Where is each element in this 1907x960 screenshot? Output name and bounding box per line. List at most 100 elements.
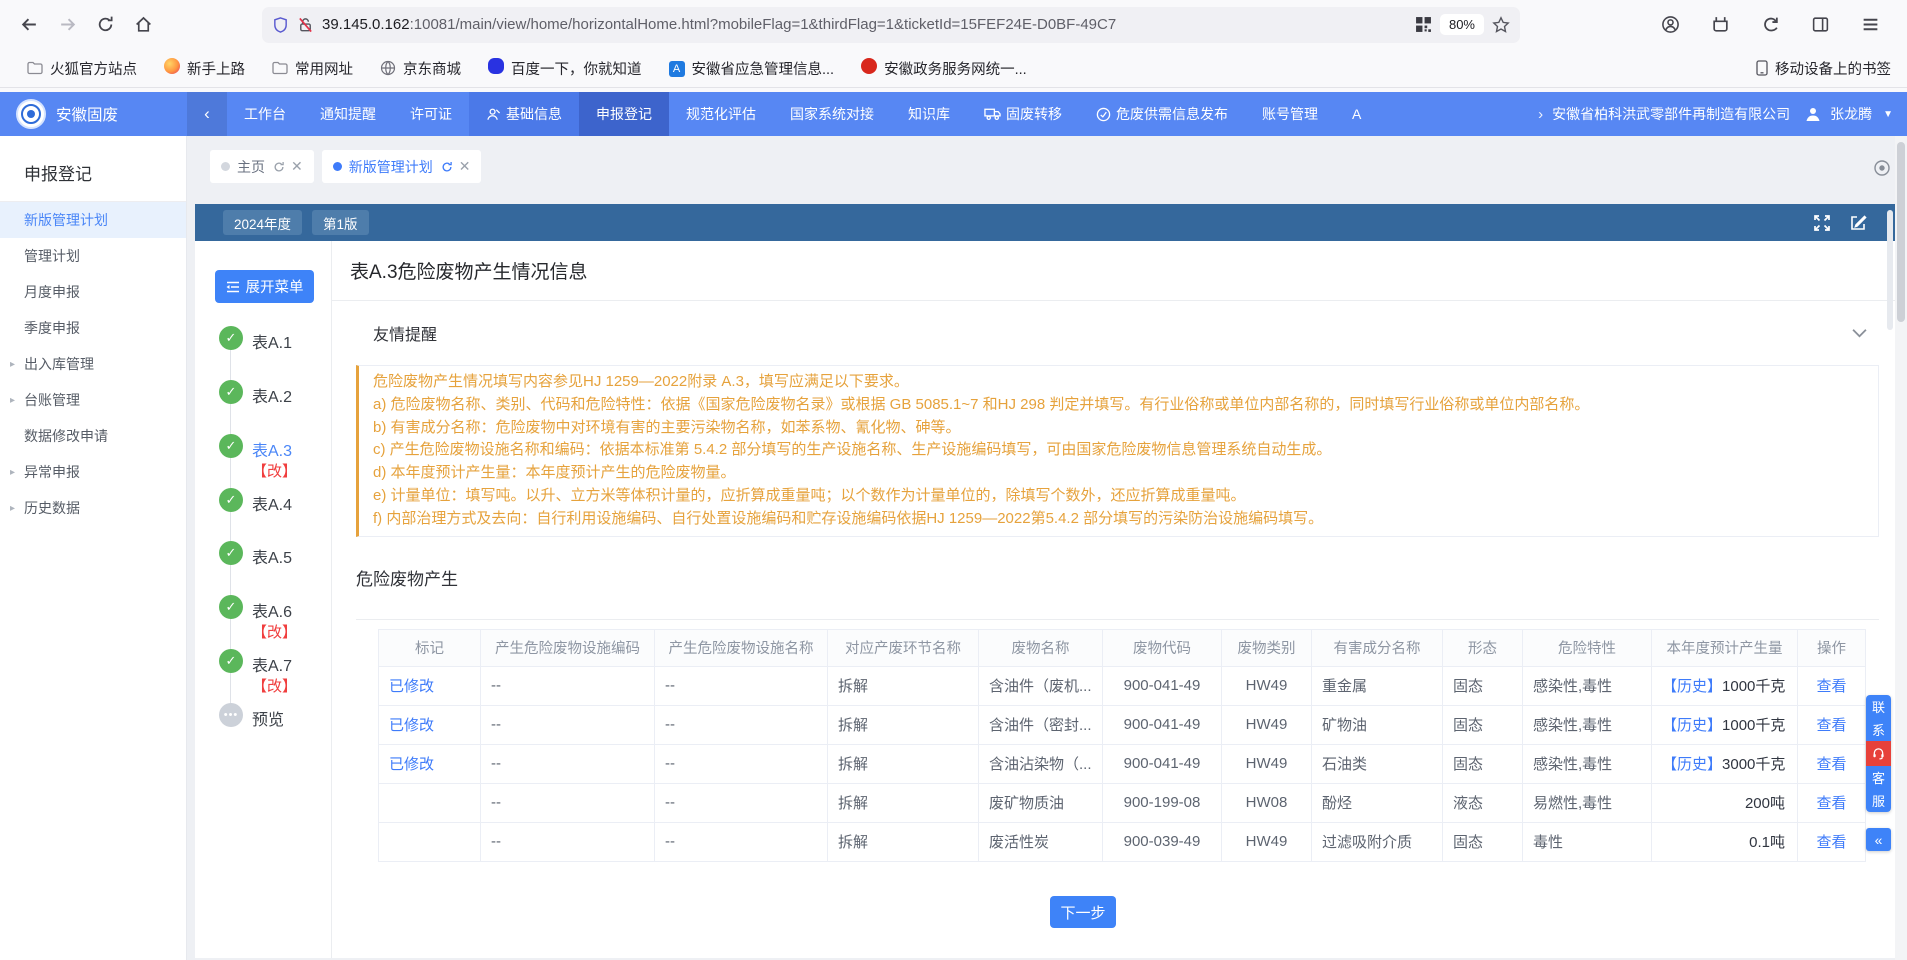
- zoom-level-badge[interactable]: 80%: [1440, 14, 1484, 35]
- nav-item-申报登记[interactable]: 申报登记: [579, 92, 669, 136]
- customer-service-widget[interactable]: 联系客服: [1866, 695, 1891, 812]
- panel-scrollbar-thumb[interactable]: [1887, 210, 1893, 330]
- next-step-button[interactable]: 下一步: [1050, 896, 1116, 928]
- mobile-bookmarks[interactable]: 移动设备上的书签: [1756, 58, 1891, 79]
- user-icon: [1805, 106, 1821, 122]
- nav-item-危废供需信息发布[interactable]: 危废供需信息发布: [1079, 92, 1245, 136]
- menu-hamburger-icon[interactable]: [1853, 8, 1887, 42]
- page-scrollbar-thumb[interactable]: [1897, 142, 1905, 322]
- bookmark-item[interactable]: 百度一下，你就知道: [488, 58, 642, 79]
- form-cell: 固态: [1443, 705, 1523, 744]
- sidebar-item-出入库管理[interactable]: ▸出入库管理: [0, 346, 186, 382]
- column-header: 废物名称: [979, 629, 1103, 666]
- extensions-icon[interactable]: [1703, 8, 1737, 42]
- tab-新版管理计划[interactable]: 新版管理计划✕: [322, 150, 482, 183]
- bookmark-item[interactable]: 新手上路: [164, 58, 245, 79]
- fullscreen-icon[interactable]: [1813, 214, 1831, 232]
- url-text[interactable]: 39.145.0.162:10081/main/view/home/horizo…: [322, 16, 1407, 33]
- nav-item-许可证[interactable]: 许可证: [393, 92, 469, 136]
- back-icon[interactable]: [12, 8, 46, 42]
- expand-arrow-icon[interactable]: ▸: [10, 503, 15, 514]
- tab-dot-icon: [221, 162, 230, 171]
- history-tag[interactable]: 【历史】: [1662, 678, 1722, 695]
- nav-collapse-icon[interactable]: ‹: [187, 92, 227, 136]
- waste-category-cell: HW49: [1222, 744, 1312, 783]
- chevron-down-icon[interactable]: [1852, 328, 1867, 338]
- company-name[interactable]: 安徽省柏科洪武零部件再制造有限公司: [1552, 104, 1790, 124]
- sidebar-item-月度申报[interactable]: 月度申报: [0, 274, 186, 310]
- shield-icon[interactable]: [272, 16, 289, 34]
- bookmark-item[interactable]: 常用网址: [272, 58, 353, 79]
- sidebar-item-异常申报[interactable]: ▸异常申报: [0, 454, 186, 490]
- bookmark-item[interactable]: 火狐官方站点: [27, 58, 137, 79]
- nav-item-工作台[interactable]: 工作台: [227, 92, 303, 136]
- service-label-char[interactable]: 客: [1866, 766, 1891, 789]
- expand-arrow-icon[interactable]: ▸: [10, 359, 15, 370]
- tab-refresh-icon[interactable]: [441, 161, 453, 173]
- browser-chrome: 39.145.0.162:10081/main/view/home/horizo…: [0, 0, 1907, 92]
- user-name[interactable]: 张龙腾: [1830, 104, 1872, 124]
- service-label-char[interactable]: 服: [1866, 789, 1891, 812]
- service-label-char[interactable]: 系: [1866, 718, 1891, 741]
- tab-close-icon[interactable]: ✕: [291, 158, 303, 175]
- nav-item-国家系统对接[interactable]: 国家系统对接: [773, 92, 891, 136]
- mark-cell: [379, 783, 481, 822]
- nav-item-规范化评估[interactable]: 规范化评估: [669, 92, 773, 136]
- nav-item-通知提醒[interactable]: 通知提醒: [303, 92, 393, 136]
- sidebar-item-季度申报[interactable]: 季度申报: [0, 310, 186, 346]
- sidebar-item-台账管理[interactable]: ▸台账管理: [0, 382, 186, 418]
- year-button[interactable]: 2024年度: [223, 210, 302, 235]
- sidebar-toggle-icon[interactable]: [1803, 8, 1837, 42]
- nav-item-基础信息[interactable]: 基础信息: [469, 92, 579, 136]
- expand-arrow-icon[interactable]: ▸: [10, 395, 15, 406]
- app-brand[interactable]: 安徽固废: [0, 99, 187, 129]
- view-link[interactable]: 查看: [1798, 705, 1866, 744]
- history-tag[interactable]: 【历史】: [1662, 756, 1722, 773]
- nav-item-账号管理[interactable]: 账号管理: [1245, 92, 1335, 136]
- bookmark-item[interactable]: 京东商城: [380, 58, 461, 79]
- column-header: 废物代码: [1103, 629, 1222, 666]
- qr-code-icon[interactable]: [1415, 16, 1432, 33]
- harmful-cell: 矿物油: [1312, 705, 1443, 744]
- service-logo-icon[interactable]: [1866, 741, 1891, 766]
- service-label-char[interactable]: 联: [1866, 695, 1891, 718]
- home-icon[interactable]: [126, 8, 160, 42]
- view-link[interactable]: 查看: [1798, 666, 1866, 705]
- profile-icon: [486, 107, 501, 122]
- expand-arrow-icon[interactable]: ▸: [10, 467, 15, 478]
- expand-menu-button[interactable]: 展开菜单: [215, 270, 314, 303]
- reminder-header[interactable]: 友情提醒: [332, 301, 1895, 365]
- sidebar-item-历史数据[interactable]: ▸历史数据: [0, 490, 186, 526]
- history-tag[interactable]: 【历史】: [1662, 717, 1722, 734]
- link-name-cell: 拆解: [828, 822, 979, 861]
- facility-code-cell: --: [481, 783, 655, 822]
- insecure-lock-icon[interactable]: [297, 16, 314, 34]
- edit-icon[interactable]: [1849, 214, 1867, 232]
- account-icon[interactable]: [1653, 8, 1687, 42]
- nav-item-固废转移[interactable]: 固废转移: [967, 92, 1079, 136]
- bookmark-star-icon[interactable]: [1492, 16, 1510, 34]
- tab-close-icon[interactable]: ✕: [459, 158, 471, 175]
- view-link[interactable]: 查看: [1798, 783, 1866, 822]
- user-caret-icon[interactable]: ▼: [1883, 109, 1893, 120]
- view-link[interactable]: 查看: [1798, 744, 1866, 783]
- tab-options-icon[interactable]: [1873, 159, 1891, 177]
- nav-item-A[interactable]: A: [1335, 92, 1378, 136]
- bookmark-item[interactable]: A安徽省应急管理信息...: [669, 58, 835, 79]
- view-link[interactable]: 查看: [1798, 822, 1866, 861]
- bookmark-item[interactable]: 安徽政务服务网统一...: [861, 58, 1027, 79]
- url-bar[interactable]: 39.145.0.162:10081/main/view/home/horizo…: [262, 7, 1520, 43]
- nav-item-知识库[interactable]: 知识库: [891, 92, 967, 136]
- sidebar-item-数据修改申请[interactable]: 数据修改申请: [0, 418, 186, 454]
- history-restore-icon[interactable]: [1753, 8, 1787, 42]
- tab-refresh-icon[interactable]: [273, 161, 285, 173]
- reload-icon[interactable]: [88, 8, 122, 42]
- form-panel: 表A.3危险废物产生情况信息 友情提醒 危险废物产生情况填写内容参见HJ 125…: [331, 241, 1895, 958]
- tab-主页[interactable]: 主页✕: [210, 150, 314, 183]
- forward-icon[interactable]: [50, 8, 84, 42]
- version-button[interactable]: 第1版: [312, 210, 369, 235]
- page-scrollbar[interactable]: [1895, 136, 1907, 960]
- collapse-widget-button[interactable]: «: [1866, 828, 1891, 851]
- sidebar-item-新版管理计划[interactable]: 新版管理计划: [0, 202, 186, 238]
- sidebar-item-管理计划[interactable]: 管理计划: [0, 238, 186, 274]
